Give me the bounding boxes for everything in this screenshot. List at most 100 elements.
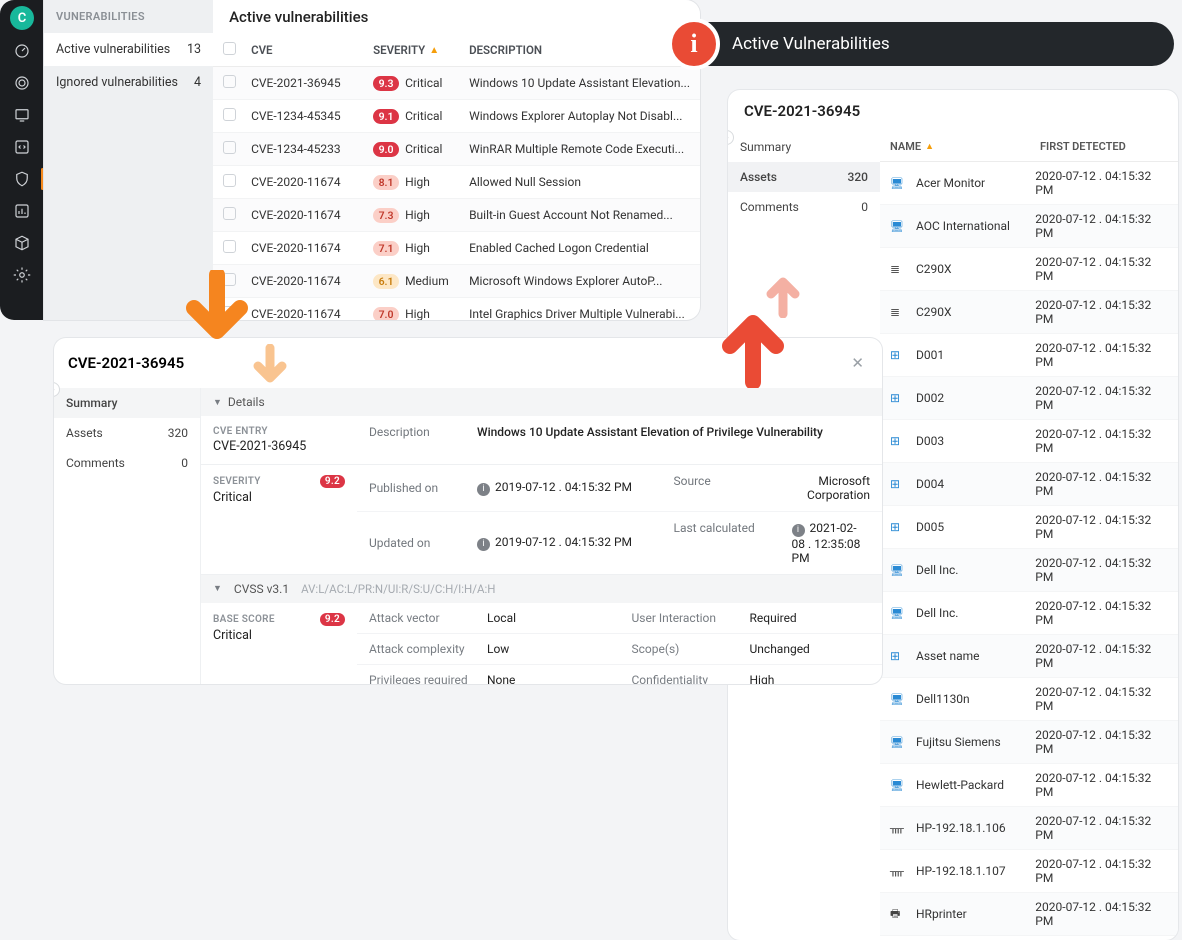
table-row[interactable]: D001 2020-07-12 . 04:15:32 PM bbox=[880, 334, 1178, 377]
base-score-label: BASE SCORE bbox=[213, 614, 275, 625]
table-row[interactable]: CVE-1234-45233 9.0Critical WinRAR Multip… bbox=[213, 133, 700, 166]
cve-entry-label: CVE ENTRY bbox=[213, 426, 345, 437]
col-name[interactable]: NAME▲ bbox=[890, 140, 1040, 153]
table-row[interactable]: Acer Monitor 2020-07-12 . 04:15:32 PM bbox=[880, 162, 1178, 205]
radar-icon[interactable] bbox=[11, 72, 33, 94]
table-row[interactable]: HP-192.18.1.106 2020-07-12 . 04:15:32 PM bbox=[880, 807, 1178, 850]
cve-entry-value: CVE-2021-36945 bbox=[213, 439, 345, 454]
close-button[interactable]: ✕ bbox=[847, 350, 868, 376]
screen-icon[interactable] bbox=[11, 104, 33, 126]
cvss-section-header[interactable]: ▼ CVSS v3.1 AV:L/AC:L/PR:N/UI:R/S:U/C:H/… bbox=[201, 575, 882, 603]
cell-description: Microsoft Windows Explorer AutoP... bbox=[469, 274, 690, 288]
table-row[interactable]: D003 2020-07-12 . 04:15:32 PM bbox=[880, 420, 1178, 463]
table-row[interactable]: Dell Inc. 2020-07-12 . 04:15:32 PM bbox=[880, 549, 1178, 592]
cell-name: Dell Inc. bbox=[916, 606, 958, 620]
info-icon: i bbox=[477, 483, 490, 496]
table-row[interactable]: D005 2020-07-12 . 04:15:32 PM bbox=[880, 506, 1178, 549]
dashboard-icon[interactable] bbox=[11, 40, 33, 62]
asset-type-icon bbox=[890, 434, 910, 448]
detail-tabs: Summary Assets320 Comments0 bbox=[54, 388, 200, 684]
severity-pill: 7.1 bbox=[373, 241, 399, 256]
cell-name: HRprinter bbox=[916, 907, 967, 921]
details-section-header[interactable]: ▼Details bbox=[201, 388, 882, 416]
tab-assets[interactable]: Assets320 bbox=[728, 162, 880, 192]
cell-name: HP-192.18.1.106 bbox=[916, 821, 1006, 835]
arrow-up-light-icon bbox=[762, 270, 804, 318]
table-row[interactable]: Hewlett-Packard 2020-07-12 . 04:15:32 PM bbox=[880, 764, 1178, 807]
table-row[interactable]: C290X 2020-07-12 . 04:15:32 PM bbox=[880, 291, 1178, 334]
col-cve[interactable]: CVE bbox=[251, 43, 373, 57]
table-row[interactable]: C290X 2020-07-12 . 04:15:32 PM bbox=[880, 248, 1178, 291]
source-value: Microsoft Corporation bbox=[792, 474, 871, 502]
cell-first-detected: 2020-07-12 . 04:15:32 PM bbox=[1035, 169, 1168, 197]
row-checkbox[interactable] bbox=[223, 207, 236, 220]
asset-type-icon bbox=[890, 821, 910, 835]
cell-first-detected: 2020-07-12 . 04:15:32 PM bbox=[1035, 212, 1168, 240]
table-row[interactable]: CVE-2020-11674 7.3High Built-in Guest Ac… bbox=[213, 199, 700, 232]
table-row[interactable]: CVE-1234-45345 9.1Critical Windows Explo… bbox=[213, 100, 700, 133]
nav-ignored-vulns[interactable]: Ignored vulnerabilities 4 bbox=[44, 66, 213, 99]
row-checkbox[interactable] bbox=[223, 174, 236, 187]
gear-icon[interactable] bbox=[11, 264, 33, 286]
table-row[interactable]: HRprinter 2020-07-12 . 04:15:32 PM bbox=[880, 893, 1178, 936]
table-row[interactable]: CVE-2020-11674 8.1High Allowed Null Sess… bbox=[213, 166, 700, 199]
code-icon[interactable] bbox=[11, 136, 33, 158]
detail-panel: ▸ CVE-2021-36945 ✕ Summary Assets320 Com… bbox=[54, 338, 882, 684]
cell-name: Dell Inc. bbox=[916, 563, 958, 577]
row-checkbox[interactable] bbox=[223, 240, 236, 253]
description-label: Description bbox=[369, 425, 477, 439]
tab-summary[interactable]: Summary bbox=[54, 388, 200, 418]
tab-comments[interactable]: Comments0 bbox=[54, 448, 200, 478]
asset-type-icon bbox=[890, 864, 910, 878]
asset-type-icon bbox=[890, 391, 910, 405]
nav-item-label: Active vulnerabilities bbox=[56, 42, 170, 57]
cell-description: WinRAR Multiple Remote Code Executi... bbox=[469, 142, 690, 156]
table-row[interactable]: CVE-2020-11674 6.1Medium Microsoft Windo… bbox=[213, 265, 700, 298]
severity-pill: 8.1 bbox=[373, 175, 399, 190]
table-row[interactable]: HP-192.18.1.107 2020-07-12 . 04:15:32 PM bbox=[880, 850, 1178, 893]
metric-value: None bbox=[487, 673, 515, 685]
severity-pill: 9.3 bbox=[373, 76, 399, 91]
cell-cve: CVE-1234-45345 bbox=[251, 109, 373, 123]
cell-first-detected: 2020-07-12 . 04:15:32 PM bbox=[1035, 255, 1168, 283]
row-checkbox[interactable] bbox=[223, 141, 236, 154]
cell-severity: High bbox=[405, 175, 430, 189]
cell-name: D005 bbox=[916, 520, 944, 534]
cell-name: C290X bbox=[916, 305, 952, 319]
cell-first-detected: 2020-07-12 . 04:15:32 PM bbox=[1035, 556, 1168, 584]
table-row[interactable]: Asset name 2020-07-12 . 04:15:32 PM bbox=[880, 635, 1178, 678]
shield-icon[interactable] bbox=[11, 168, 33, 190]
cell-severity: High bbox=[405, 307, 430, 320]
tab-assets[interactable]: Assets320 bbox=[54, 418, 200, 448]
select-all-checkbox[interactable] bbox=[223, 42, 236, 55]
cube-icon[interactable] bbox=[11, 232, 33, 254]
cell-name: Acer Monitor bbox=[916, 176, 985, 190]
table-row[interactable]: Fujitsu Siemens 2020-07-12 . 04:15:32 PM bbox=[880, 721, 1178, 764]
cell-first-detected: 2020-07-12 . 04:15:32 PM bbox=[1035, 642, 1168, 670]
col-severity[interactable]: SEVERITY▲ bbox=[373, 43, 469, 57]
cell-description: Windows Explorer Autoplay Not Disabl... bbox=[469, 109, 690, 123]
row-checkbox[interactable] bbox=[223, 75, 236, 88]
table-row[interactable]: CVE-2020-11674 7.1High Enabled Cached Lo… bbox=[213, 232, 700, 265]
chart-icon[interactable] bbox=[11, 200, 33, 222]
col-first-detected[interactable]: FIRST DETECTED bbox=[1040, 140, 1126, 153]
chevron-down-icon: ▼ bbox=[213, 397, 222, 408]
cell-name: C290X bbox=[916, 262, 952, 276]
tab-summary[interactable]: Summary bbox=[728, 132, 880, 162]
tab-comments[interactable]: Comments0 bbox=[728, 192, 880, 222]
table-row[interactable]: Dell1130n 2020-07-12 . 04:15:32 PM bbox=[880, 678, 1178, 721]
avatar[interactable]: C bbox=[10, 6, 34, 30]
cell-cve: CVE-2020-11674 bbox=[251, 208, 373, 222]
table-row[interactable]: AOC International 2020-07-12 . 04:15:32 … bbox=[880, 205, 1178, 248]
table-row[interactable]: Dell Inc. 2020-07-12 . 04:15:32 PM bbox=[880, 592, 1178, 635]
row-checkbox[interactable] bbox=[223, 108, 236, 121]
metric-value: Low bbox=[487, 642, 509, 656]
nav-active-vulns[interactable]: Active vulnerabilities 13 bbox=[44, 33, 213, 66]
table-row[interactable]: CVE-2020-11674 7.0High Intel Graphics Dr… bbox=[213, 298, 700, 320]
nav-item-count: 4 bbox=[194, 75, 201, 90]
table-row[interactable]: D002 2020-07-12 . 04:15:32 PM bbox=[880, 377, 1178, 420]
table-row[interactable]: D004 2020-07-12 . 04:15:32 PM bbox=[880, 463, 1178, 506]
asset-type-icon bbox=[890, 564, 910, 577]
col-description[interactable]: DESCRIPTION bbox=[469, 43, 542, 57]
table-row[interactable]: CVE-2021-36945 9.3Critical Windows 10 Up… bbox=[213, 67, 700, 100]
